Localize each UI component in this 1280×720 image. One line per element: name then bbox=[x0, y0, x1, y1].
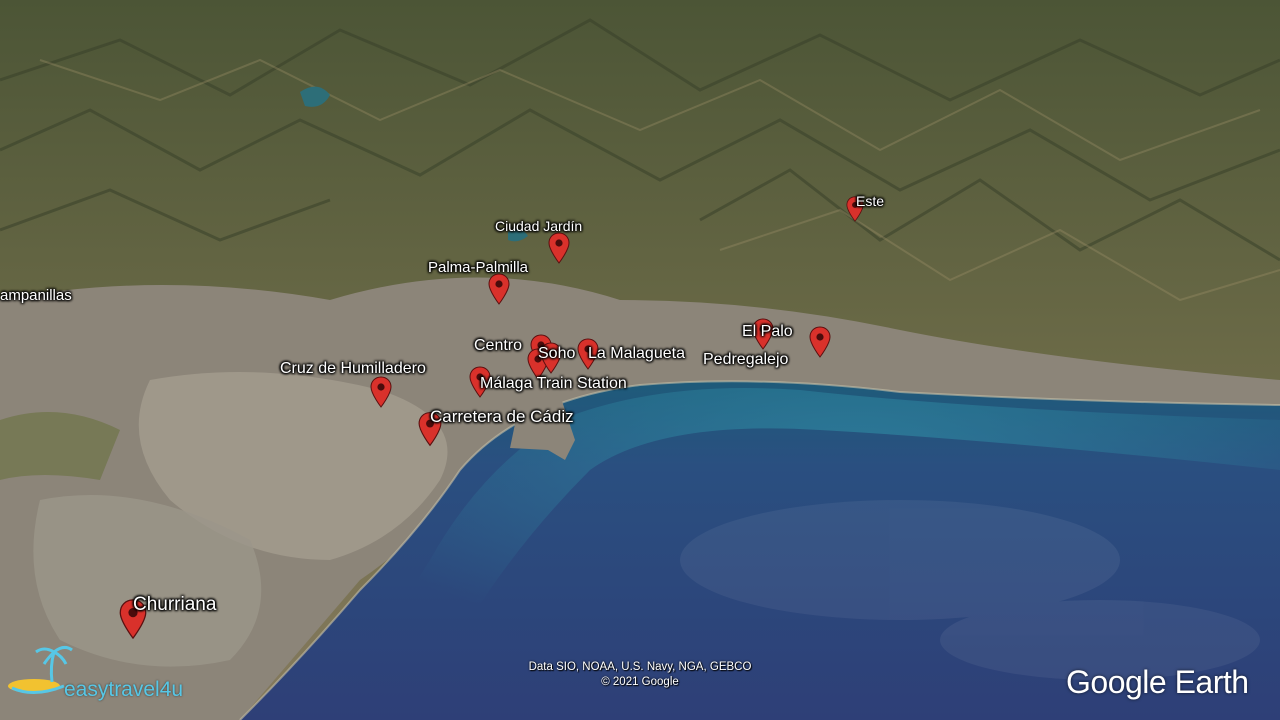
map-label-carretera-de-cadiz: Carretera de Cádiz bbox=[430, 407, 574, 426]
map-label-la-malagueta: La Malagueta bbox=[588, 345, 685, 362]
map-label-el-palo: El Palo bbox=[742, 323, 793, 340]
map-label-churriana: Churriana bbox=[133, 594, 217, 615]
map-view[interactable]: Este Ciudad Jardín Palma-Palmilla ampani… bbox=[0, 0, 1280, 720]
easytravel4u-logo: easytravel4u bbox=[4, 638, 220, 708]
map-label-centro: Centro bbox=[474, 337, 523, 354]
map-label-este: Este bbox=[856, 193, 885, 209]
attribution-copyright: © 2021 Google bbox=[601, 676, 679, 688]
map-pin-palma-palmilla[interactable] bbox=[488, 273, 510, 305]
map-label-soho: Soho bbox=[538, 345, 576, 362]
google-earth-logo: Google Earth bbox=[1066, 664, 1249, 700]
map-label-ciudad-jardin: Ciudad Jardín bbox=[495, 218, 583, 234]
map-label-cruz-de-humilladero: Cruz de Humilladero bbox=[280, 360, 426, 377]
attribution-data-sources: Data SIO, NOAA, U.S. Navy, NGA, GEBCO bbox=[528, 661, 752, 673]
map-pin-pedregalejo[interactable] bbox=[809, 326, 831, 358]
map-pin-cruz-de-humilladero[interactable] bbox=[370, 376, 392, 408]
map-label-palma-palmilla: Palma-Palmilla bbox=[428, 259, 529, 276]
map-label-pedregalejo: Pedregalejo bbox=[703, 351, 789, 368]
map-pin-ciudad-jardin[interactable] bbox=[548, 232, 570, 264]
map-label-campanillas: ampanillas bbox=[0, 287, 72, 304]
map-label-malaga-train-station: Málaga Train Station bbox=[480, 375, 627, 392]
map-attribution: Data SIO, NOAA, U.S. Navy, NGA, GEBCO © … bbox=[497, 660, 783, 690]
brand-name: easytravel4u bbox=[64, 678, 184, 701]
